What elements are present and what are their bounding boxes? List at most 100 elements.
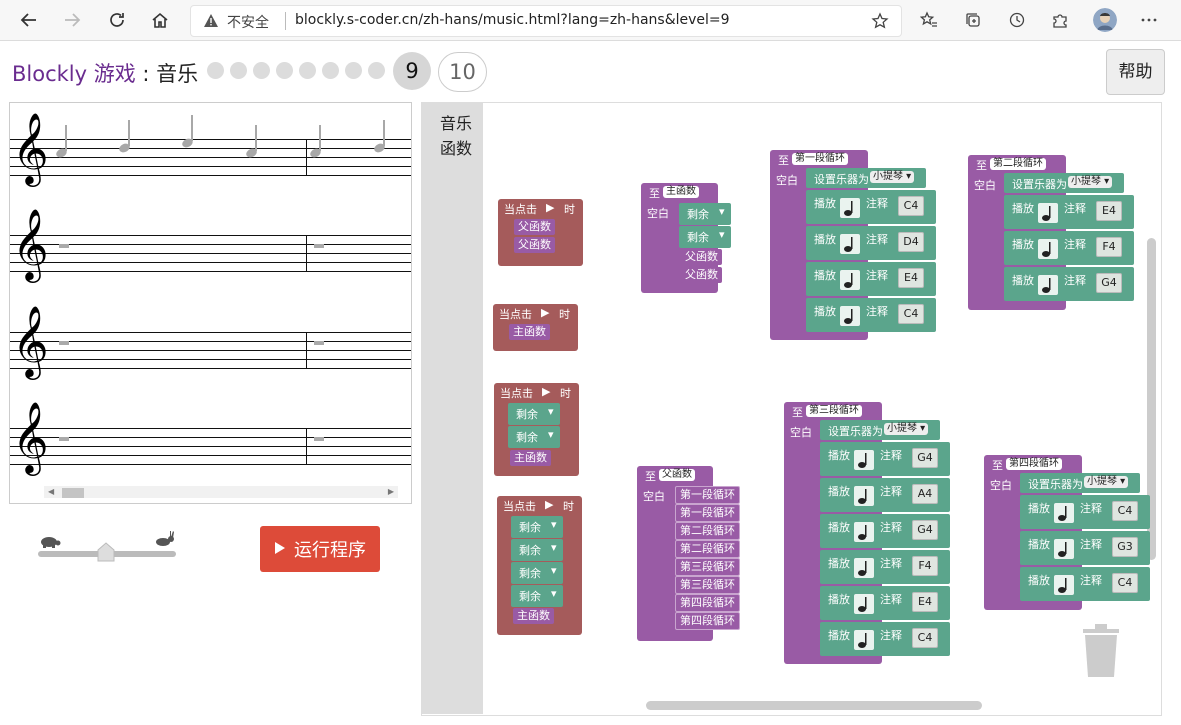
remaining-block[interactable]: 剩余 ▾ xyxy=(511,562,563,584)
call-father-func[interactable]: 父函数 xyxy=(514,219,555,235)
pitch-value[interactable]: G4 xyxy=(912,520,938,540)
remaining-block[interactable]: 剩余 ▾ xyxy=(511,516,563,538)
play-note-block[interactable]: 播放 注释 C4 xyxy=(806,190,936,224)
run-program-button[interactable]: 运行程序 xyxy=(260,526,380,572)
call-main-func[interactable]: 主函数 xyxy=(513,608,554,624)
remaining-block[interactable]: 剩余 ▾ xyxy=(679,203,731,225)
func-name-field[interactable]: 第一段循环 xyxy=(792,153,848,165)
play-note-block[interactable]: 播放 注释 C4 xyxy=(820,622,950,656)
main-func-definition[interactable]: 至 主函数 空白 剩余 ▾ 剩余 ▾ 父函数 父函数 xyxy=(641,183,731,293)
remaining-block[interactable]: 剩余 ▾ xyxy=(508,426,560,448)
pitch-value[interactable]: E4 xyxy=(912,592,938,612)
remaining-block[interactable]: 剩余 ▾ xyxy=(511,539,563,561)
pitch-value[interactable]: C4 xyxy=(1112,501,1138,521)
quarter-note-icon[interactable] xyxy=(840,270,860,290)
func-name-field[interactable]: 第二段循环 xyxy=(990,158,1046,170)
play-note-block[interactable]: 播放 注释 F4 xyxy=(1004,231,1134,265)
staff-horizontal-scrollbar[interactable]: ◀ ▶ xyxy=(44,486,398,498)
loop1-definition[interactable]: 至 第一段循环 空白 设置乐器为 小提琴 ▾ 播放 注释 C4 播放 注释 D4 播放 注释 E4 播… xyxy=(770,150,936,340)
back-icon[interactable] xyxy=(15,6,43,34)
event-block-4[interactable]: 当点击 ▶ 时 剩余 ▾ 剩余 ▾ 剩余 ▾ 剩余 ▾ 主函数 xyxy=(497,496,582,635)
dropdown-icon[interactable]: ▾ xyxy=(548,428,554,441)
loop2-definition[interactable]: 至 第二段循环 空白 设置乐器为 小提琴 ▾ 播放 注释 E4 播放 注释 F4 播放 注释 G4 xyxy=(968,155,1134,310)
next-level[interactable]: 10 xyxy=(438,52,487,92)
call-main-func[interactable]: 主函数 xyxy=(509,324,550,340)
app-title[interactable]: Blockly 游戏 xyxy=(12,62,136,86)
forward-icon[interactable] xyxy=(58,6,86,34)
refresh-icon[interactable] xyxy=(103,6,131,34)
func-name-field[interactable]: 第三段循环 xyxy=(806,405,862,417)
speed-slider-knob[interactable] xyxy=(97,542,115,562)
toolbox-category-functions[interactable]: 函数 xyxy=(440,135,472,159)
quarter-note-icon[interactable] xyxy=(854,522,874,542)
dropdown-icon[interactable]: ▾ xyxy=(551,541,557,554)
quarter-note-icon[interactable] xyxy=(854,594,874,614)
call-father-func[interactable]: 父函数 xyxy=(514,237,555,253)
play-note-block[interactable]: 播放 注释 C4 xyxy=(1020,495,1150,529)
call-loop1[interactable]: 第一段循环 xyxy=(675,504,740,522)
pitch-value[interactable]: E4 xyxy=(1096,201,1122,221)
pitch-value[interactable]: A4 xyxy=(912,484,938,504)
quarter-note-icon[interactable] xyxy=(840,306,860,326)
quarter-note-icon[interactable] xyxy=(1054,575,1074,595)
collections-icon[interactable] xyxy=(961,8,985,32)
instrument-dropdown[interactable]: 小提琴 ▾ xyxy=(870,171,915,183)
trash-icon[interactable] xyxy=(1081,624,1121,684)
toolbox-category-music[interactable]: 音乐 xyxy=(440,110,472,134)
favorites-icon[interactable] xyxy=(917,8,941,32)
level-dot-6[interactable] xyxy=(322,62,339,79)
remaining-block[interactable]: 剩余 ▾ xyxy=(679,226,731,248)
instrument-dropdown[interactable]: 小提琴 ▾ xyxy=(1084,476,1129,488)
dropdown-icon[interactable]: ▾ xyxy=(548,405,554,418)
level-dot-8[interactable] xyxy=(368,62,385,79)
level-dot-3[interactable] xyxy=(253,62,270,79)
quarter-note-icon[interactable] xyxy=(840,198,860,218)
dropdown-icon[interactable]: ▾ xyxy=(551,518,557,531)
quarter-note-icon[interactable] xyxy=(1038,239,1058,259)
extensions-icon[interactable] xyxy=(1048,8,1072,32)
pitch-value[interactable]: G3 xyxy=(1112,537,1138,557)
call-loop4[interactable]: 第四段循环 xyxy=(675,612,740,630)
event-block-3[interactable]: 当点击 ▶ 时 剩余 ▾ 剩余 ▾ 主函数 xyxy=(494,383,579,476)
func-name-field[interactable]: 父函数 xyxy=(659,469,695,481)
instrument-dropdown[interactable]: 小提琴 ▾ xyxy=(1068,176,1113,188)
set-instrument-block[interactable]: 设置乐器为 小提琴 ▾ xyxy=(820,420,940,440)
pitch-value[interactable]: E4 xyxy=(898,268,924,288)
play-note-block[interactable]: 播放 注释 D4 xyxy=(806,226,936,260)
scroll-left-icon[interactable]: ◀ xyxy=(48,487,54,496)
pitch-value[interactable]: C4 xyxy=(898,304,924,324)
set-instrument-block[interactable]: 设置乐器为 小提琴 ▾ xyxy=(1004,173,1124,193)
play-note-block[interactable]: 播放 注释 G4 xyxy=(1004,267,1134,301)
remaining-block[interactable]: 剩余 ▾ xyxy=(508,403,560,425)
father-func-definition[interactable]: 至 父函数 空白 第一段循环 第一段循环 第二段循环 第二段循环 第三段循环 第… xyxy=(637,466,740,641)
dropdown-icon[interactable]: ▾ xyxy=(551,587,557,600)
home-icon[interactable] xyxy=(146,6,174,34)
scroll-right-icon[interactable]: ▶ xyxy=(388,487,394,496)
level-dot-2[interactable] xyxy=(230,62,247,79)
pitch-value[interactable]: C4 xyxy=(912,628,938,648)
workspace-horizontal-scrollbar[interactable] xyxy=(646,701,982,710)
dropdown-icon[interactable]: ▾ xyxy=(719,228,725,241)
set-instrument-block[interactable]: 设置乐器为 小提琴 ▾ xyxy=(806,168,926,188)
call-loop3[interactable]: 第三段循环 xyxy=(675,576,740,594)
pitch-value[interactable]: C4 xyxy=(898,196,924,216)
play-note-block[interactable]: 播放 注释 F4 xyxy=(820,550,950,584)
func-name-field[interactable]: 第四段循环 xyxy=(1006,458,1062,470)
quarter-note-icon[interactable] xyxy=(840,234,860,254)
func-name-field[interactable]: 主函数 xyxy=(663,186,699,198)
remaining-block[interactable]: 剩余 ▾ xyxy=(511,585,563,607)
quarter-note-icon[interactable] xyxy=(854,630,874,650)
call-father-func[interactable]: 父函数 xyxy=(681,267,722,283)
call-father-func[interactable]: 父函数 xyxy=(681,249,722,265)
dropdown-icon[interactable]: ▾ xyxy=(551,564,557,577)
profile-avatar-icon[interactable] xyxy=(1093,8,1117,32)
pitch-value[interactable]: F4 xyxy=(1096,237,1122,257)
address-bar[interactable]: 不安全 blockly.s-coder.cn/zh-hans/music.htm… xyxy=(190,5,902,37)
call-loop2[interactable]: 第二段循环 xyxy=(675,540,740,558)
play-note-block[interactable]: 播放 注释 E4 xyxy=(806,262,936,296)
quarter-note-icon[interactable] xyxy=(1038,203,1058,223)
history-icon[interactable] xyxy=(1005,8,1029,32)
quarter-note-icon[interactable] xyxy=(1038,275,1058,295)
quarter-note-icon[interactable] xyxy=(1054,503,1074,523)
call-main-func[interactable]: 主函数 xyxy=(510,450,551,466)
